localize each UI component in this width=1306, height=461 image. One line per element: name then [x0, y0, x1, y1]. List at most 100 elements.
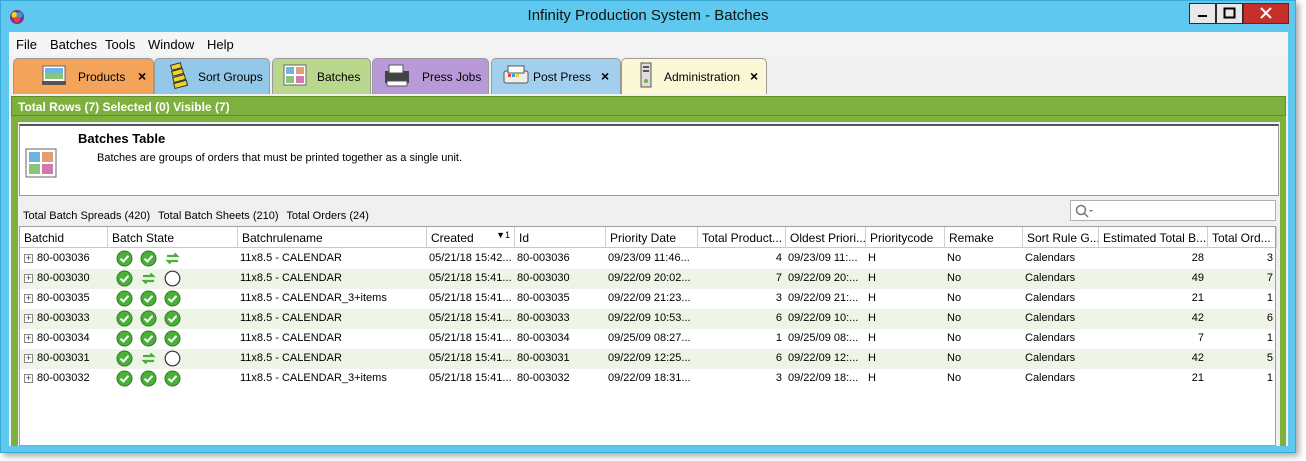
tab-label: Press Jobs	[422, 70, 482, 84]
tab-administration[interactable]: Administration ×	[621, 58, 767, 94]
cell-batchid: 80-003034	[37, 332, 90, 344]
column-header-remake[interactable]: Remake	[945, 227, 1023, 248]
tab-batches[interactable]: Batches	[272, 58, 371, 94]
cell-remake: No	[947, 292, 962, 304]
tab-close-icon[interactable]: ×	[138, 68, 146, 84]
cell-total-products: 3	[775, 292, 782, 304]
checkmark-icon	[140, 290, 157, 307]
column-header-label: Prioritycode	[870, 231, 934, 245]
cell-prioritycode: H	[868, 292, 876, 304]
column-header-total-ord[interactable]: Total Ord...	[1208, 227, 1277, 248]
cell-oldest: 09/22/09 12:...	[788, 352, 859, 364]
tab-press-jobs[interactable]: Press Jobs	[372, 58, 489, 94]
page-description: Batches are groups of orders that must b…	[97, 152, 463, 164]
maximize-icon	[1223, 7, 1236, 19]
column-header-label: Priority Date	[610, 231, 677, 245]
cell-rule: 11x8.5 - CALENDAR	[240, 252, 342, 264]
column-header-created[interactable]: Created ▼1	[427, 227, 515, 248]
column-header-total-product[interactable]: Total Product...	[698, 227, 786, 248]
cell-total-products: 6	[775, 352, 782, 364]
checkmark-icon	[116, 250, 133, 267]
cell-sort-rule: Calendars	[1025, 332, 1076, 344]
table-row[interactable]: +80-003030 11x8.5 - CALENDAR 05/21/18 15:4…	[20, 269, 1275, 289]
batches-grid: Batchid Batch State Batchrulename Created ▼1…	[19, 226, 1277, 446]
maximize-button[interactable]	[1216, 3, 1243, 24]
table-row[interactable]: +80-003036 11x8.5 - CALENDAR 05/21/18 15:4…	[20, 249, 1275, 269]
total-batch-sheets: Total Batch Sheets (210)	[158, 210, 279, 222]
column-header-prioritycode[interactable]: Prioritycode	[866, 227, 945, 248]
column-header-label: Estimated Total B...	[1103, 231, 1207, 245]
grid-header: Batchid Batch State Batchrulename Created ▼1…	[20, 227, 1277, 248]
cell-sort-rule: Calendars	[1025, 272, 1076, 284]
cell-batchid: 80-003030	[37, 272, 90, 284]
cell-est-total: 42	[1191, 312, 1204, 324]
pending-circle-icon	[164, 270, 181, 287]
search-input[interactable]	[1070, 200, 1276, 221]
expand-row-icon[interactable]: +	[24, 334, 33, 343]
column-header-estimated-total-b[interactable]: Estimated Total B...	[1099, 227, 1208, 248]
cell-total-orders: 5	[1266, 352, 1273, 364]
cell-oldest: 09/22/09 20:...	[788, 272, 859, 284]
table-row[interactable]: +80-003034 11x8.5 - CALENDAR 05/21/18 15:4…	[20, 329, 1275, 349]
menu-file[interactable]: File	[16, 37, 37, 52]
tab-sort-groups[interactable]: Sort Groups	[154, 58, 270, 94]
cell-remake: No	[947, 332, 962, 344]
menu-batches[interactable]: Batches	[50, 37, 97, 52]
column-header-label: Total Product...	[702, 231, 783, 245]
cell-total-products: 6	[775, 312, 782, 324]
cell-created: 05/21/18 15:41...	[429, 292, 512, 304]
cell-sort-rule: Calendars	[1025, 372, 1076, 384]
menu-tools[interactable]: Tools	[105, 37, 135, 52]
tab-close-icon[interactable]: ×	[601, 68, 609, 84]
close-window-button[interactable]	[1243, 3, 1289, 24]
checkmark-icon	[164, 310, 181, 327]
checkmark-icon	[164, 330, 181, 347]
checkmark-icon	[140, 330, 157, 347]
expand-row-icon[interactable]: +	[24, 254, 33, 263]
expand-row-icon[interactable]: +	[24, 294, 33, 303]
minimize-button[interactable]	[1189, 3, 1216, 24]
window-title: Infinity Production System - Batches	[527, 7, 769, 24]
cell-batchid: 80-003031	[37, 352, 90, 364]
expand-row-icon[interactable]: +	[24, 274, 33, 283]
close-icon	[1260, 7, 1272, 19]
column-header-priority-date[interactable]: Priority Date	[606, 227, 698, 248]
tab-label: Sort Groups	[198, 70, 263, 84]
tab-products[interactable]: Products ×	[13, 58, 154, 94]
cell-est-total: 28	[1191, 252, 1204, 264]
column-header-id[interactable]: Id	[515, 227, 606, 248]
cell-oldest: 09/25/09 08:...	[788, 332, 859, 344]
expand-row-icon[interactable]: +	[24, 374, 33, 383]
column-header-batchrulename[interactable]: Batchrulename	[238, 227, 427, 248]
table-row[interactable]: +80-003035 11x8.5 - CALENDAR_3+items 05/21…	[20, 289, 1275, 309]
column-header-batch-state[interactable]: Batch State	[108, 227, 238, 248]
table-row[interactable]: +80-003033 11x8.5 - CALENDAR 05/21/18 15:4…	[20, 309, 1275, 329]
column-header-label: Batchid	[24, 231, 65, 245]
table-row[interactable]: +80-003031 11x8.5 - CALENDAR 05/21/18 15:4…	[20, 349, 1275, 369]
cell-est-total: 49	[1191, 272, 1204, 284]
cell-total-products: 4	[775, 252, 782, 264]
tab-strip: Products × Sort Groups Batches Press Job…	[9, 56, 1288, 94]
column-header-batchid[interactable]: Batchid	[20, 227, 108, 248]
cell-prioritycode: H	[868, 252, 876, 264]
column-header-oldest-priori[interactable]: Oldest Priori...	[786, 227, 866, 248]
cell-prioritycode: H	[868, 312, 876, 324]
cell-rule: 11x8.5 - CALENDAR	[240, 312, 342, 324]
tab-post-press[interactable]: Post Press ×	[491, 58, 621, 94]
expand-row-icon[interactable]: +	[24, 354, 33, 363]
batches-icon	[283, 64, 307, 86]
checkmark-icon	[116, 290, 133, 307]
menu-bar: File Batches Tools Window Help	[9, 32, 1288, 56]
pending-circle-icon	[164, 350, 181, 367]
cell-created: 05/21/18 15:41...	[429, 372, 512, 384]
cell-sort-rule: Calendars	[1025, 292, 1076, 304]
menu-help[interactable]: Help	[207, 37, 234, 52]
column-header-sort-rule-g[interactable]: Sort Rule G...	[1023, 227, 1099, 248]
title-bar[interactable]: Infinity Production System - Batches	[1, 1, 1295, 32]
menu-window[interactable]: Window	[148, 37, 194, 52]
expand-row-icon[interactable]: +	[24, 314, 33, 323]
cell-total-orders: 7	[1266, 272, 1273, 284]
cell-created: 05/21/18 15:41...	[429, 312, 512, 324]
table-row[interactable]: +80-003032 11x8.5 - CALENDAR_3+items 05/21…	[20, 369, 1275, 389]
tab-close-icon[interactable]: ×	[750, 68, 758, 84]
